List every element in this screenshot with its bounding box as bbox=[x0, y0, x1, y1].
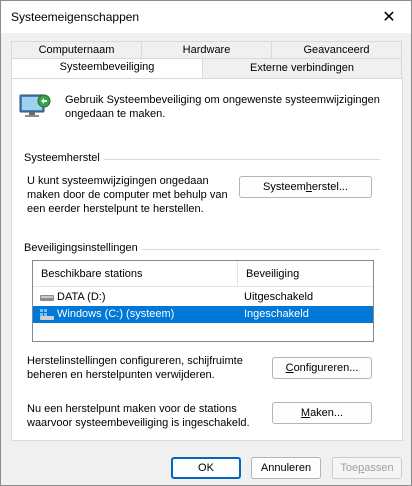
drive-icon bbox=[40, 292, 54, 303]
title-bar: Systeemeigenschappen ✕ bbox=[1, 1, 411, 33]
drive-status: Uitgeschakeld bbox=[244, 291, 314, 303]
apply-label-post: assen bbox=[364, 462, 394, 474]
drives-listview[interactable]: Beschikbare stations Beveiliging DATA (D… bbox=[32, 260, 374, 342]
apply-label-pre: Toe bbox=[340, 462, 359, 474]
drive-name: DATA (D:) bbox=[57, 291, 106, 303]
tab-row-top: Computernaam Hardware Geavanceerd bbox=[11, 41, 402, 59]
system-properties-window: Systeemeigenschappen ✕ Computernaam Hard… bbox=[0, 0, 412, 486]
system-restore-button[interactable]: Systeemherstel... bbox=[239, 176, 372, 198]
column-header-protection[interactable]: Beveiliging bbox=[237, 261, 373, 287]
drive-row-windows[interactable]: Windows (C:) (systeem) Ingeschakeld bbox=[33, 306, 373, 323]
intro-text: Gebruik Systeembeveiliging om ongewenste… bbox=[65, 94, 380, 120]
drive-row-data[interactable]: DATA (D:) Uitgeschakeld bbox=[33, 289, 373, 306]
ok-button[interactable]: OK bbox=[171, 457, 241, 479]
tab-hardware[interactable]: Hardware bbox=[141, 41, 272, 59]
restore-description: U kunt systeemwijzigingen ongedaan maken… bbox=[27, 175, 228, 215]
drive-name: Windows (C:) (systeem) bbox=[57, 308, 175, 320]
tab-systeembeveiliging[interactable]: Systeembeveiliging bbox=[11, 58, 203, 78]
close-icon: ✕ bbox=[382, 9, 396, 26]
system-restore-label-pre: Systeem bbox=[263, 181, 306, 193]
restore-group-title: Systeemherstel bbox=[24, 152, 104, 164]
window-title: Systeemeigenschappen bbox=[11, 10, 140, 24]
configure-button[interactable]: Configureren... bbox=[272, 357, 372, 379]
tab-row-bottom: Systeembeveiliging Externe verbindingen bbox=[11, 58, 402, 78]
system-protection-icon bbox=[18, 91, 52, 121]
listview-header: Beschikbare stations Beveiliging bbox=[33, 261, 373, 287]
tab-computernaam[interactable]: Computernaam bbox=[11, 41, 142, 59]
cancel-button[interactable]: Annuleren bbox=[251, 457, 321, 479]
column-header-drives[interactable]: Beschikbare stations bbox=[33, 261, 237, 287]
system-restore-label-post: erstel... bbox=[311, 181, 348, 193]
system-drive-icon bbox=[40, 309, 54, 320]
create-description: Nu een herstelpunt maken voor de station… bbox=[27, 403, 250, 429]
create-label-post: aken... bbox=[310, 407, 344, 419]
drive-status: Ingeschakeld bbox=[244, 308, 309, 320]
tab-geavanceerd[interactable]: Geavanceerd bbox=[271, 41, 402, 59]
configure-description: Herstelinstellingen configureren, schijf… bbox=[27, 355, 243, 381]
protection-group-title: Beveiligingsinstellingen bbox=[24, 242, 142, 254]
configure-label-accel: C bbox=[285, 362, 294, 374]
apply-button[interactable]: Toepassen bbox=[332, 457, 402, 479]
close-button[interactable]: ✕ bbox=[367, 1, 411, 33]
tab-externe-verbindingen[interactable]: Externe verbindingen bbox=[202, 58, 402, 78]
create-button[interactable]: Maken... bbox=[272, 402, 372, 424]
configure-label-post: onfigureren... bbox=[293, 362, 359, 374]
create-label-accel: M bbox=[300, 407, 311, 419]
